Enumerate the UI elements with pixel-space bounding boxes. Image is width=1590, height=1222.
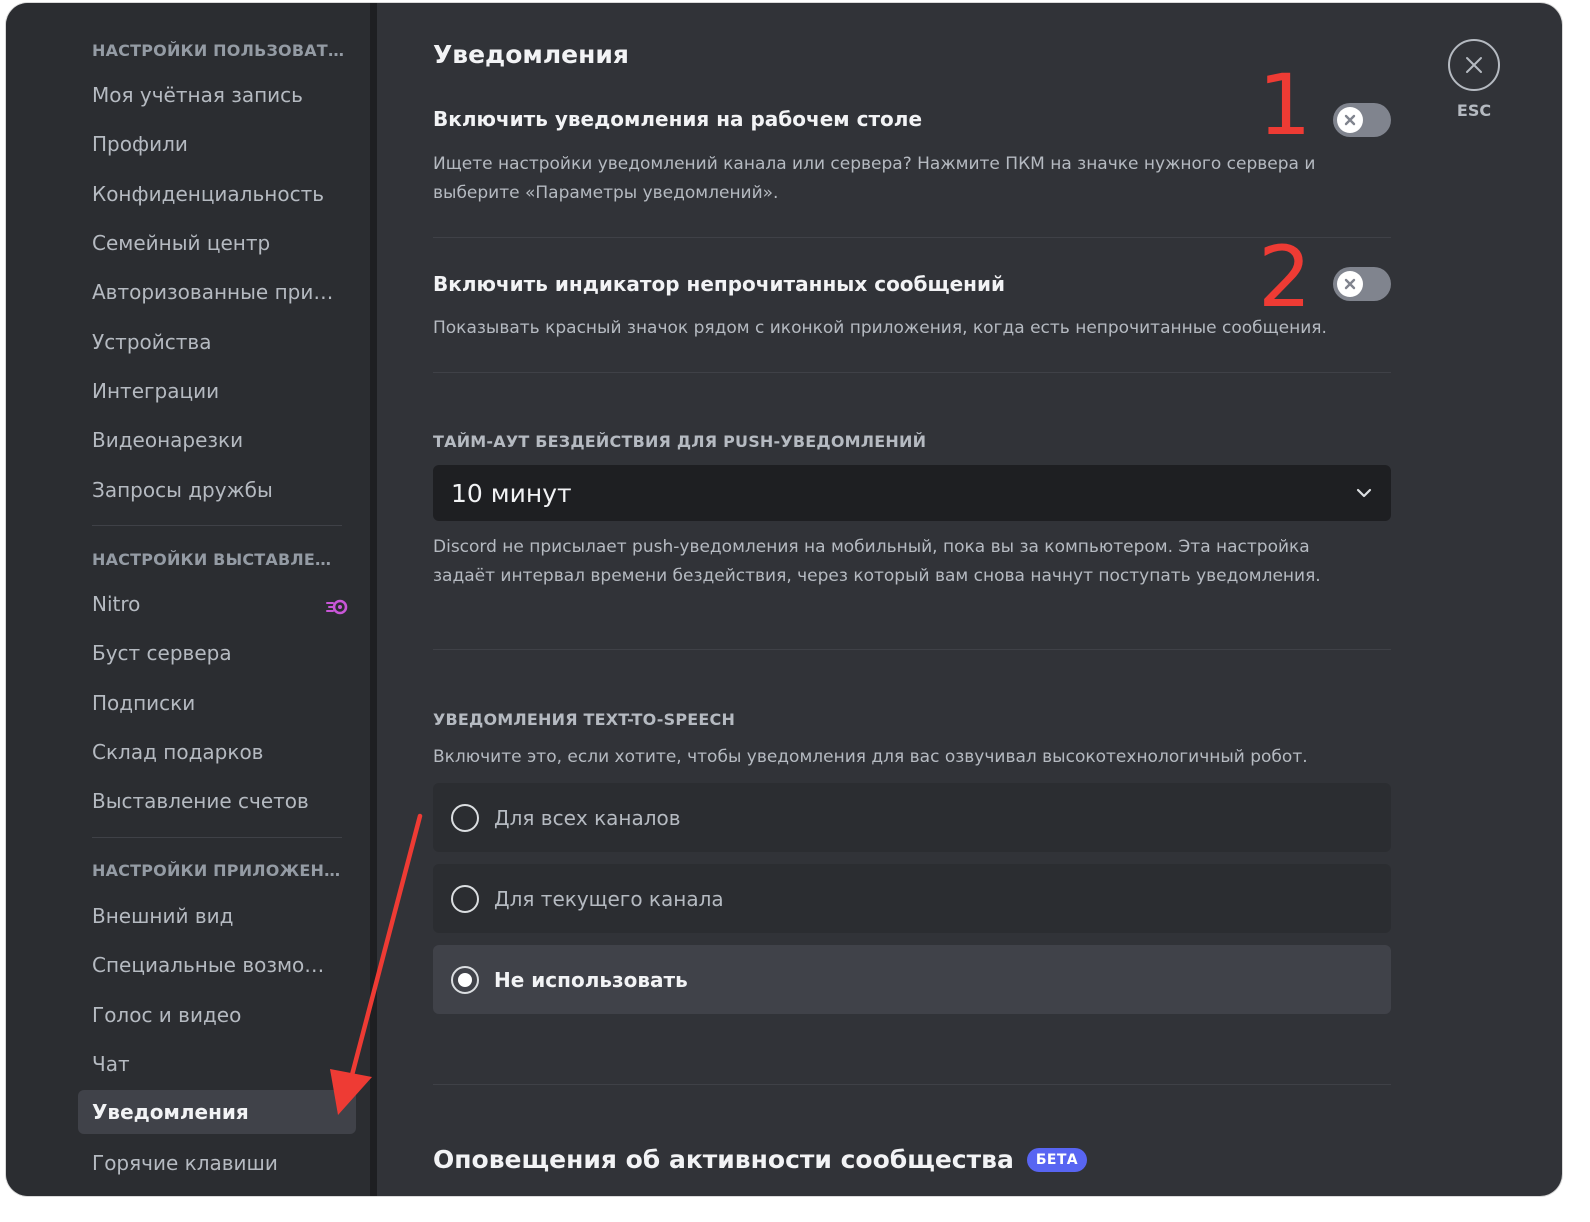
radio-button[interactable] <box>451 965 479 994</box>
sidebar-item-label: Чат <box>92 1052 130 1076</box>
chevron-down-icon <box>1356 488 1372 498</box>
desktop-notifications-toggle[interactable] <box>1333 103 1391 137</box>
sidebar-item-label: Nitro <box>92 592 141 616</box>
sidebar-item-label: Горячие клавиши <box>92 1151 278 1175</box>
radio-button[interactable] <box>451 884 479 913</box>
sidebar-item-my-account[interactable]: Моя учётная запись <box>78 73 356 117</box>
sidebar-item-label: Выставление счетов <box>92 789 309 813</box>
radio-label: Не использовать <box>494 967 688 992</box>
push-timeout-note: Discord не присылает push-уведомления на… <box>433 537 1321 586</box>
sidebar-divider <box>92 525 342 526</box>
tts-option-never[interactable]: Не использовать <box>433 945 1391 1014</box>
close-icon <box>1466 57 1482 73</box>
sidebar-item-label: Конфиденциальность <box>92 182 325 206</box>
sidebar-edge <box>370 3 377 1196</box>
sidebar-item-keybinds[interactable]: Горячие клавиши <box>78 1141 356 1185</box>
sidebar-item-accessibility[interactable]: Специальные возможности <box>78 943 356 987</box>
toggle-knob <box>1337 271 1363 297</box>
annotation-marker-1: 1 <box>1258 56 1312 154</box>
sidebar-item-label: Внешний вид <box>92 904 234 928</box>
section-header-billing-settings: НАСТРОЙКИ ВЫСТАВЛЕНИЯ СЧЕТОВ <box>92 550 344 569</box>
community-activity-title: Оповещения об активности сообщества БЕТА <box>433 1145 1088 1174</box>
section-header-app-settings: НАСТРОЙКИ ПРИЛОЖЕНИЯ <box>92 861 344 880</box>
settings-sidebar: НАСТРОЙКИ ПОЛЬЗОВАТЕЛЯ Моя учётная запис… <box>6 3 370 1196</box>
radio-button[interactable] <box>451 803 479 832</box>
close-icon <box>1344 114 1356 126</box>
sidebar-divider <box>92 837 342 838</box>
sidebar-item-server-boost[interactable]: Буст сервера <box>78 631 356 675</box>
unread-badge-title: Включить индикатор непрочитанных сообщен… <box>433 272 1006 296</box>
radio-label: Для текущего канала <box>494 886 724 911</box>
close-button[interactable] <box>1448 39 1500 91</box>
sidebar-item-label: Буст сервера <box>92 641 232 665</box>
tts-option-current-channel[interactable]: Для текущего канала <box>433 864 1391 933</box>
sidebar-item-profiles[interactable]: Профили <box>78 122 356 166</box>
settings-window: НАСТРОЙКИ ПОЛЬЗОВАТЕЛЯ Моя учётная запис… <box>6 3 1562 1196</box>
settings-content: Уведомления Включить уведомления на рабо… <box>433 3 1391 1196</box>
sidebar-item-label: Интеграции <box>92 379 220 403</box>
push-timeout-select[interactable]: 10 минут <box>433 465 1391 521</box>
close-icon <box>1344 278 1356 290</box>
sidebar-item-notifications[interactable]: Уведомления <box>78 1090 356 1134</box>
sidebar-item-friend-requests[interactable]: Запросы дружбы <box>78 468 356 512</box>
sidebar-item-label: Авторизованные приложения <box>92 280 340 304</box>
sidebar-item-voice-video[interactable]: Голос и видео <box>78 993 356 1037</box>
sidebar-item-label: Семейный центр <box>92 231 271 255</box>
sidebar-item-label: Подписки <box>92 691 196 715</box>
sidebar-item-label: Голос и видео <box>92 1003 242 1027</box>
sidebar-item-label: Моя учётная запись <box>92 83 303 107</box>
section-header-user-settings: НАСТРОЙКИ ПОЛЬЗОВАТЕЛЯ <box>92 41 344 60</box>
sidebar-item-label: Устройства <box>92 330 212 354</box>
sidebar-item-authorized-apps[interactable]: Авторизованные приложения <box>78 270 356 314</box>
sidebar-item-integrations[interactable]: Интеграции <box>78 369 356 413</box>
annotation-marker-2: 2 <box>1258 228 1312 326</box>
sidebar-item-nitro[interactable]: Nitro <box>78 582 356 626</box>
radio-label: Для всех каналов <box>494 805 681 830</box>
sidebar-item-devices[interactable]: Устройства <box>78 320 356 364</box>
sidebar-item-label: Склад подарков <box>92 740 264 764</box>
push-timeout-label: ТАЙМ-АУТ БЕЗДЕЙСТВИЯ ДЛЯ PUSH-УВЕДОМЛЕНИ… <box>433 432 927 451</box>
toggle-knob <box>1337 107 1363 133</box>
sidebar-item-label: Профили <box>92 132 188 156</box>
unread-badge-note: Показывать красный значок рядом с иконко… <box>433 318 1327 338</box>
desktop-notifications-title: Включить уведомления на рабочем столе <box>433 107 923 131</box>
sidebar-item-chat[interactable]: Чат <box>78 1042 356 1086</box>
tts-label: УВЕДОМЛЕНИЯ TEXT-TO-SPEECH <box>433 710 736 729</box>
divider <box>433 237 1391 238</box>
divider <box>433 1084 1391 1085</box>
page-title: Уведомления <box>433 40 629 69</box>
tts-option-all-channels[interactable]: Для всех каналов <box>433 783 1391 852</box>
esc-label: ESC <box>1456 101 1492 120</box>
divider <box>433 372 1391 373</box>
sidebar-item-billing[interactable]: Выставление счетов <box>78 779 356 823</box>
sidebar-item-clips[interactable]: Видеонарезки <box>78 418 356 462</box>
sidebar-item-label: Запросы дружбы <box>92 478 273 502</box>
sidebar-item-family-center[interactable]: Семейный центр <box>78 221 356 265</box>
tts-note: Включите это, если хотите, чтобы уведомл… <box>433 747 1308 767</box>
sidebar-item-label: Специальные возможности <box>92 953 338 977</box>
nitro-icon <box>326 596 348 615</box>
divider <box>433 649 1391 650</box>
unread-badge-toggle[interactable] <box>1333 267 1391 301</box>
sidebar-item-gift-inventory[interactable]: Склад подарков <box>78 730 356 774</box>
sidebar-item-subscriptions[interactable]: Подписки <box>78 681 356 725</box>
desktop-notifications-note: Ищете настройки уведомлений канала или с… <box>433 154 1316 203</box>
sidebar-item-privacy[interactable]: Конфиденциальность <box>78 172 356 216</box>
beta-badge: БЕТА <box>1026 1147 1088 1172</box>
sidebar-item-appearance[interactable]: Внешний вид <box>78 894 356 938</box>
sidebar-item-label: Видеонарезки <box>92 428 244 452</box>
community-activity-title-text: Оповещения об активности сообщества <box>433 1145 1014 1174</box>
push-timeout-value: 10 минут <box>451 478 572 508</box>
sidebar-item-label: Уведомления <box>92 1100 249 1124</box>
